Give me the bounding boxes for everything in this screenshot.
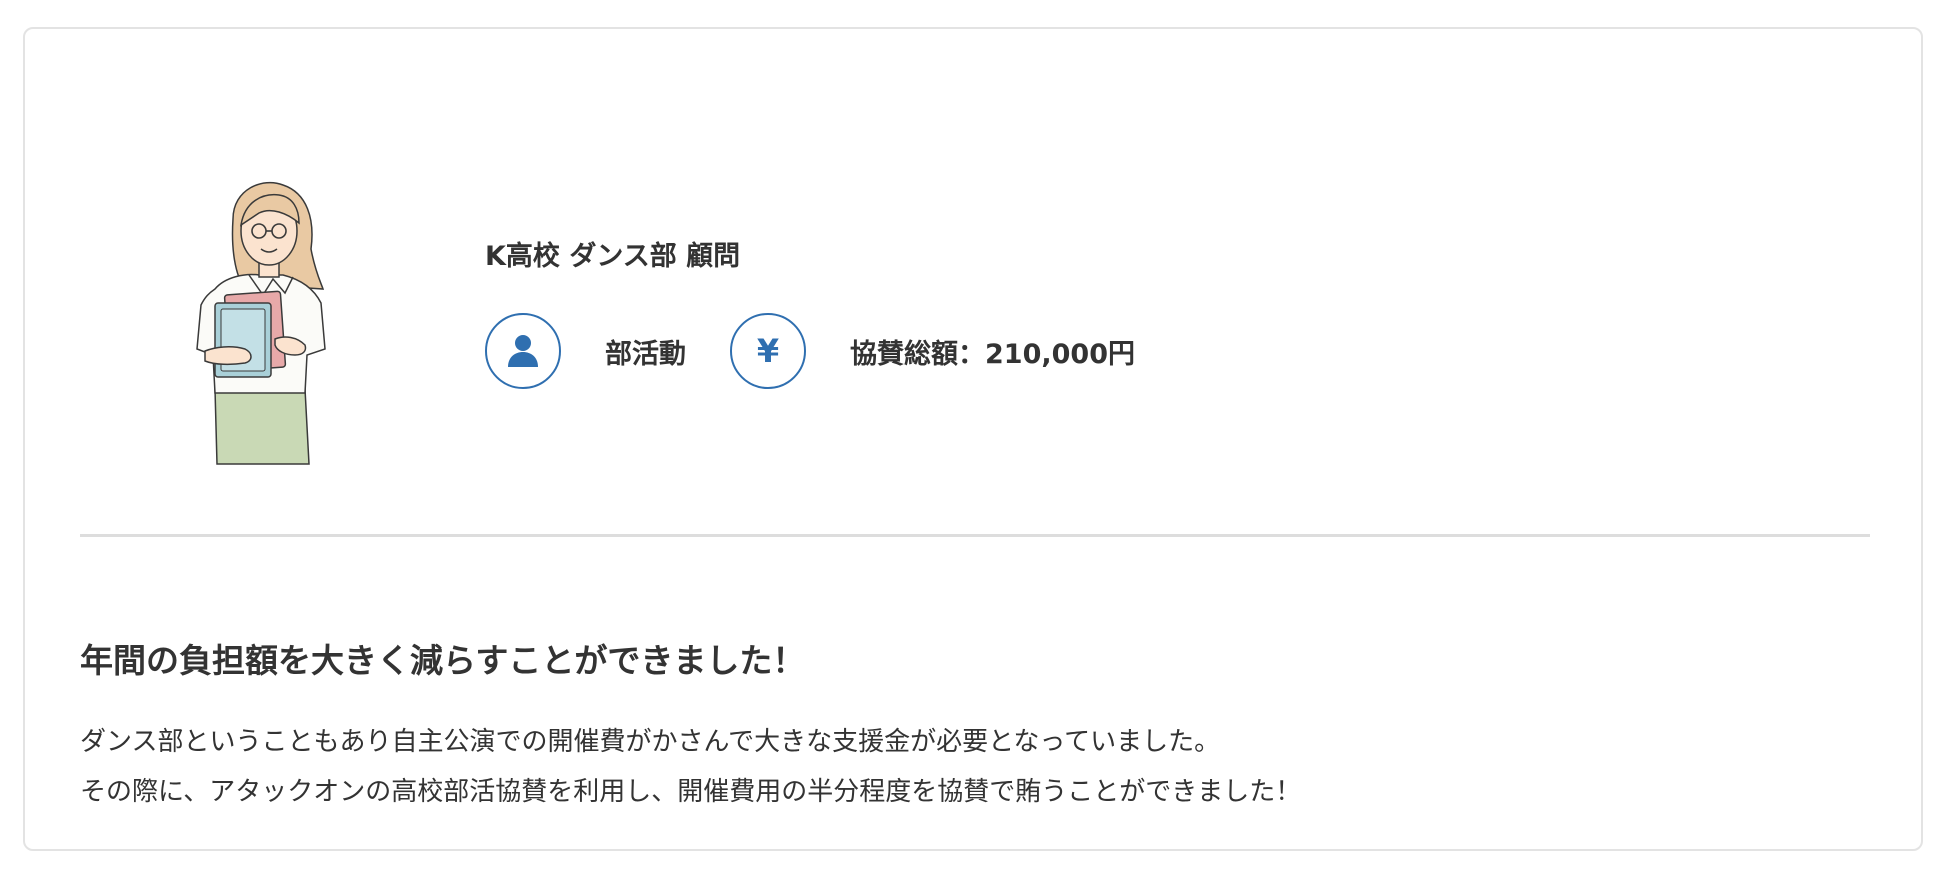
testimonial-body: ダンス部ということもあり自主公演での開催費がかさんで大きな支援金が必要となってい… [80, 717, 1870, 817]
sponsorship-amount: 協賛総額：210,000円 [850, 338, 1135, 370]
person-icon [485, 313, 561, 389]
testimonial-card: K高校 ダンス部 顧問 部活動 ¥ 協賛総額：210,000円 年間の負担額を大… [23, 27, 1923, 851]
testimonial-line: ダンス部ということもあり自主公演での開催費がかさんで大きな支援金が必要となってい… [80, 727, 1221, 757]
yen-icon: ¥ [730, 313, 806, 389]
profile-title: K高校 ダンス部 顧問 [485, 241, 741, 272]
teacher-illustration [196, 181, 326, 465]
section-divider [80, 534, 1870, 537]
profile-meta-row: 部活動 ¥ 協賛総額：210,000円 [485, 313, 1135, 389]
testimonial-headline: 年間の負担額を大きく減らすことができました！ [80, 641, 806, 680]
category-label: 部活動 [605, 338, 686, 370]
testimonial-line: その際に、アタックオンの高校部活協賛を利用し、開催費用の半分程度を協賛で賄うこと… [80, 777, 1302, 807]
profile-block: K高校 ダンス部 顧問 部活動 ¥ 協賛総額：210,000円 [485, 234, 1135, 389]
yen-glyph: ¥ [756, 332, 780, 370]
